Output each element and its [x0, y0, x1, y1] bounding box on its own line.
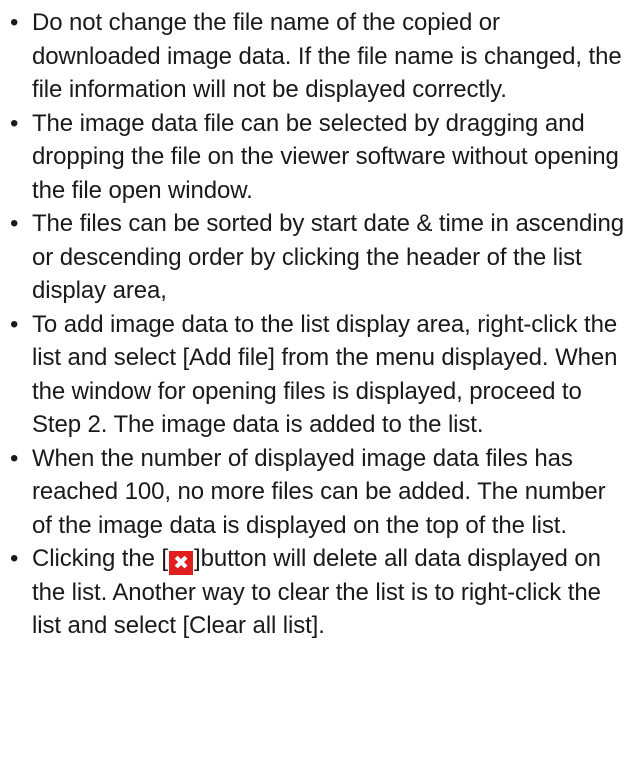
note-text: The image data file can be selected by d… — [32, 109, 619, 204]
note-add-file: • To add image data to the list display … — [0, 308, 625, 442]
note-text: Do not change the file name of the copie… — [32, 9, 622, 103]
bullet: • — [10, 9, 19, 36]
bullet: • — [10, 545, 19, 572]
bullet: • — [10, 210, 19, 237]
note-sorting: • The files can be sorted by start date … — [0, 207, 625, 308]
note-file-limit: • When the number of displayed image dat… — [0, 442, 625, 543]
note-text: The files can be sorted by start date & … — [32, 210, 624, 304]
notes-list: • Do not change the file name of the cop… — [0, 0, 635, 643]
bullet: • — [10, 444, 19, 472]
bullet: • — [10, 109, 19, 137]
note-rename-warning: • Do not change the file name of the cop… — [0, 6, 625, 107]
note-clear-list: • Clicking the [✖]button will delete all… — [0, 542, 625, 643]
note-text: When the number of displayed image data … — [32, 444, 606, 539]
note-text-before: Clicking the [ — [32, 545, 168, 572]
note-drag-drop: • The image data file can be selected by… — [0, 107, 625, 208]
bullet: • — [10, 310, 19, 338]
close-x-icon: ✖ — [169, 551, 193, 575]
note-text: To add image data to the list display ar… — [32, 310, 618, 439]
